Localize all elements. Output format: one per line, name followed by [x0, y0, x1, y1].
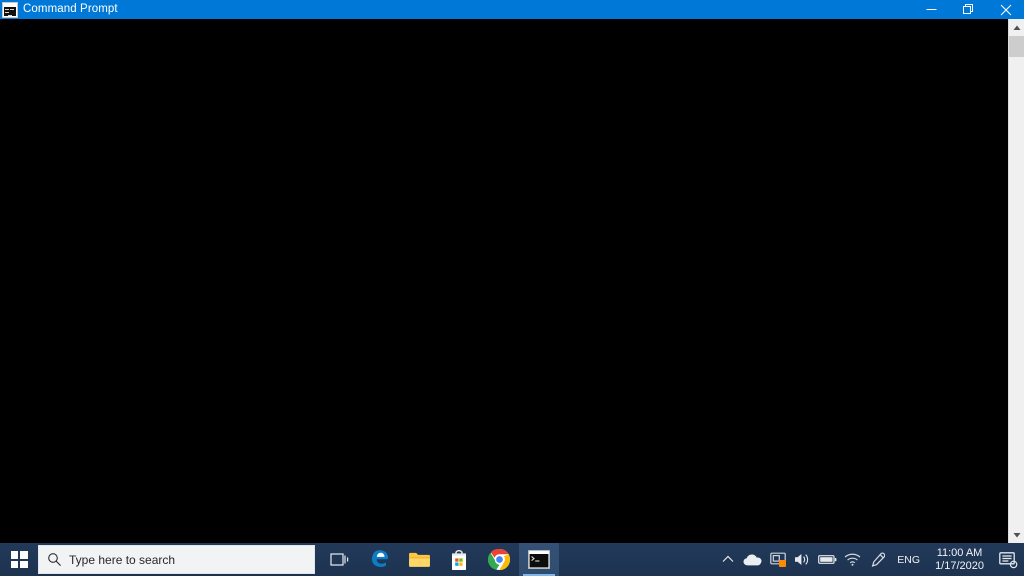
console-output-area[interactable] [0, 19, 1008, 543]
taskbar-spacer [559, 543, 715, 576]
tray-display-settings[interactable] [765, 543, 790, 576]
taskbar-app-google-chrome[interactable] [479, 543, 519, 576]
taskbar-app-microsoft-store[interactable] [439, 543, 479, 576]
task-view-icon [329, 553, 348, 566]
windows-logo-icon [10, 551, 28, 568]
desktop-screen: Command Prompt Type here to search ENG 1… [0, 0, 1024, 576]
scrollbar-down-arrow-icon[interactable] [1009, 526, 1024, 543]
tray-battery[interactable] [815, 543, 840, 576]
system-tray: ENG 11:00 AM 1/17/2020 [715, 543, 1024, 576]
command-prompt-icon [528, 550, 550, 569]
battery-icon [818, 555, 837, 564]
tray-volume[interactable] [790, 543, 815, 576]
clock-time: 11:00 AM [936, 546, 983, 559]
taskbar-app-command-prompt[interactable] [519, 543, 559, 576]
chevron-up-icon [722, 555, 734, 562]
maximize-restore-button[interactable] [950, 0, 987, 19]
command-prompt-icon [2, 1, 18, 18]
cloud-icon [743, 554, 762, 566]
search-input[interactable]: Type here to search [38, 545, 315, 574]
display-warning-badge [779, 560, 787, 567]
taskbar-clock[interactable]: 11:00 AM 1/17/2020 [927, 543, 992, 576]
clock-date: 1/17/2020 [935, 559, 984, 572]
start-button[interactable] [0, 543, 38, 576]
wifi-icon [844, 553, 861, 566]
tray-show-hidden-icons[interactable] [715, 543, 740, 576]
chrome-icon [487, 548, 510, 571]
notification-icon [998, 551, 1017, 568]
taskbar-app-task-view[interactable] [319, 543, 359, 576]
taskbar-app-file-explorer[interactable] [399, 543, 439, 576]
tray-language-indicator[interactable]: ENG [890, 543, 927, 576]
search-placeholder: Type here to search [69, 552, 176, 567]
folder-icon [408, 552, 430, 567]
taskbar-app-microsoft-edge[interactable] [359, 543, 399, 576]
tray-pen-workspace[interactable] [865, 543, 890, 576]
speaker-icon [795, 554, 809, 565]
taskbar: Type here to search ENG 11:00 AM 1/17/20… [0, 543, 1024, 576]
console-scrollbar[interactable] [1008, 19, 1024, 543]
scrollbar-up-arrow-icon[interactable] [1009, 19, 1024, 36]
window-title: Command Prompt [23, 3, 118, 15]
window-controls [913, 0, 1024, 19]
edge-icon [371, 550, 388, 567]
action-center-button[interactable] [992, 543, 1024, 576]
window-title-bar[interactable]: Command Prompt [0, 0, 1024, 19]
pen-icon [871, 552, 885, 567]
minimize-button[interactable] [913, 0, 950, 19]
tray-network[interactable] [840, 543, 865, 576]
scrollbar-track[interactable] [1009, 57, 1024, 526]
search-icon [39, 552, 69, 567]
tray-onedrive[interactable] [740, 543, 765, 576]
scrollbar-thumb[interactable] [1009, 36, 1024, 57]
console-text [0, 19, 1008, 21]
command-prompt-window: Command Prompt [0, 0, 1024, 543]
close-button[interactable] [987, 0, 1024, 19]
store-icon [452, 549, 466, 570]
taskbar-app-list [319, 543, 559, 576]
